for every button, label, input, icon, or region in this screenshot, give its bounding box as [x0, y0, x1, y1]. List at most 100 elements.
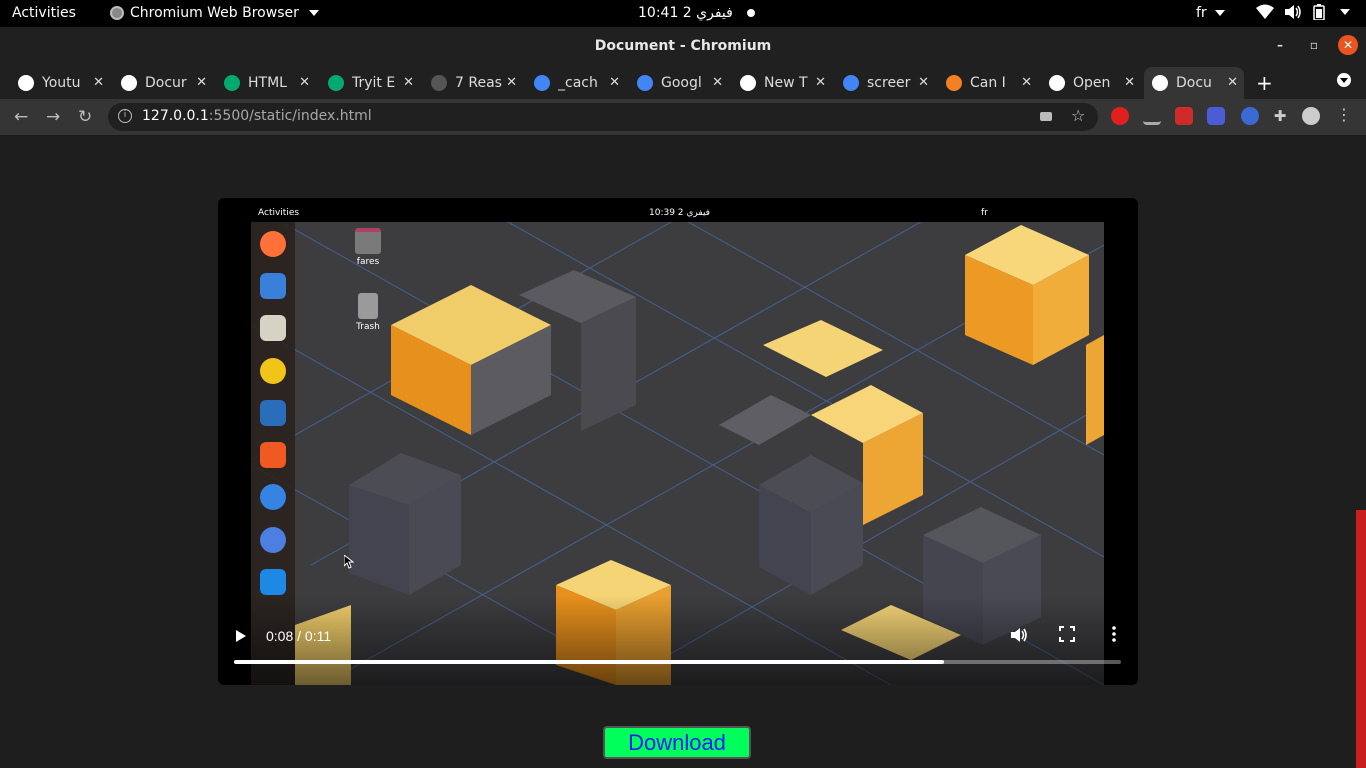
wikipedia-icon	[1049, 75, 1065, 91]
video-progress-fill	[234, 660, 944, 664]
desktop-icon-home: fares	[348, 228, 388, 267]
close-tab-icon[interactable]: ✕	[609, 75, 620, 90]
tab-label: Docu	[1176, 75, 1212, 91]
co-icon	[431, 75, 447, 91]
close-tab-icon[interactable]: ✕	[815, 75, 826, 90]
bookmark-star-icon[interactable]: ☆	[1071, 106, 1085, 125]
clock[interactable]: 10:41 2 فيفري	[638, 5, 755, 21]
forward-button[interactable]: →	[46, 107, 60, 127]
home-folder-icon	[355, 228, 381, 254]
tab[interactable]: Googl ✕	[629, 67, 729, 99]
google-icon	[534, 75, 550, 91]
tab-label: _cach	[558, 75, 598, 91]
mute-button[interactable]	[1010, 626, 1028, 644]
thunderbird-icon	[260, 273, 286, 299]
clock-label: 10:41 2 فيفري	[638, 5, 733, 21]
back-button[interactable]: ←	[14, 107, 28, 127]
tab-label: HTML	[248, 75, 287, 91]
chromium-icon	[260, 527, 286, 553]
extension-ghost-icon[interactable]	[1207, 107, 1225, 125]
desktop-icon-label: fares	[356, 257, 380, 267]
close-tab-icon[interactable]: ✕	[712, 75, 723, 90]
reload-button[interactable]: ↻	[78, 107, 92, 127]
inner-top-bar: Activities 10:39 2 فيفري fr	[251, 205, 1104, 222]
tab[interactable]: New T ✕	[732, 67, 832, 99]
tab-label: New T	[764, 75, 808, 91]
language-label: fr	[1196, 5, 1207, 21]
tab[interactable]: 7 Reas ✕	[423, 67, 523, 99]
language-selector[interactable]: fr	[1196, 5, 1226, 21]
close-window-button[interactable]: ✕	[1338, 35, 1358, 55]
desktop-icon-label: Trash	[356, 322, 380, 332]
libreoffice-writer-icon	[260, 400, 286, 426]
app-menu[interactable]: Chromium Web Browser	[110, 5, 319, 21]
site-info-icon[interactable]: i	[118, 109, 132, 123]
tab-strip: Youtu ✕ Docur ✕ HTML ✕ Tryit E ✕ 7 Reas ✕ _cach ✕ Go…	[0, 64, 1366, 99]
fullscreen-button[interactable]	[1059, 626, 1075, 642]
tab[interactable]: Docur ✕	[113, 67, 213, 99]
video-progress-bar[interactable]	[234, 660, 1121, 664]
system-top-bar: Activities Chromium Web Browser 10:41 2 …	[0, 0, 1366, 27]
close-tab-icon[interactable]: ✕	[1021, 75, 1032, 90]
tab[interactable]: screer ✕	[835, 67, 935, 99]
extension-chart-icon[interactable]	[1143, 107, 1161, 125]
close-tab-icon[interactable]: ✕	[196, 75, 207, 90]
close-tab-icon[interactable]: ✕	[1227, 75, 1238, 90]
firefox-icon	[260, 231, 286, 257]
scrollbar-thumb[interactable]	[1356, 510, 1366, 768]
tab[interactable]: Open ✕	[1041, 67, 1141, 99]
chevron-down-icon	[308, 10, 319, 16]
download-button[interactable]: Download	[603, 726, 751, 759]
chevron-down-icon	[1340, 9, 1350, 15]
tab[interactable]: Can I ✕	[938, 67, 1038, 99]
tab[interactable]: Youtu ✕	[10, 67, 110, 99]
tab-search-button[interactable]	[1337, 73, 1351, 87]
trash-icon	[358, 293, 378, 319]
maximize-button[interactable]: ▫	[1304, 35, 1324, 55]
globe-icon	[121, 75, 137, 91]
extension-close-icon[interactable]	[1175, 107, 1193, 125]
rhythmbox-icon	[260, 358, 286, 384]
tab[interactable]: _cach ✕	[526, 67, 626, 99]
google-icon	[843, 75, 859, 91]
url-text: 127.0.0.1:5500/static/index.html	[142, 108, 372, 124]
wifi-icon	[1256, 4, 1274, 19]
tab-label: 7 Reas	[455, 75, 502, 91]
profile-avatar-icon[interactable]	[1302, 107, 1320, 125]
tab-label: screer	[867, 75, 911, 91]
inner-activities-label: Activities	[258, 208, 300, 218]
close-tab-icon[interactable]: ✕	[299, 75, 310, 90]
address-bar[interactable]: i 127.0.0.1:5500/static/index.html ☆	[108, 103, 1098, 131]
new-tab-button[interactable]: +	[1256, 71, 1273, 95]
chromium-icon	[110, 6, 124, 20]
tab-label: Open	[1073, 75, 1111, 91]
close-tab-icon[interactable]: ✕	[918, 75, 929, 90]
tab-label: Youtu	[42, 75, 81, 91]
system-tray[interactable]	[1256, 4, 1350, 20]
activities-button[interactable]: Activities	[12, 5, 76, 21]
app-menu-label: Chromium Web Browser	[130, 5, 299, 21]
close-tab-icon[interactable]: ✕	[506, 75, 517, 90]
w3schools-icon	[224, 75, 240, 91]
tab[interactable]: HTML ✕	[216, 67, 316, 99]
extensions-puzzle-icon[interactable]: ✚	[1271, 107, 1289, 125]
close-tab-icon[interactable]: ✕	[93, 75, 104, 90]
globe-icon	[18, 75, 34, 91]
tab[interactable]: Docu ✕	[1144, 67, 1244, 99]
inner-clock-label: 10:39 2 فيفري	[649, 208, 710, 218]
browser-menu-icon[interactable]: ⋮	[1336, 107, 1352, 125]
tab-label: Tryit E	[352, 75, 396, 91]
camera-in-use-icon[interactable]	[1040, 112, 1052, 121]
close-tab-icon[interactable]: ✕	[1124, 75, 1135, 90]
extension-badge-icon[interactable]	[1241, 107, 1259, 125]
minimize-button[interactable]: –	[1270, 35, 1290, 55]
browser-toolbar: ← → ↻ i 127.0.0.1:5500/static/index.html…	[0, 99, 1366, 136]
video-player[interactable]: Activities 10:39 2 فيفري fr fares Trash …	[218, 198, 1138, 685]
tab[interactable]: Tryit E ✕	[320, 67, 420, 99]
more-options-icon[interactable]	[1111, 626, 1117, 642]
play-button[interactable]	[236, 630, 246, 642]
video-controls	[218, 595, 1138, 685]
close-tab-icon[interactable]: ✕	[403, 75, 414, 90]
notification-dot-icon	[746, 9, 755, 17]
extension-stop-icon[interactable]	[1111, 107, 1129, 125]
